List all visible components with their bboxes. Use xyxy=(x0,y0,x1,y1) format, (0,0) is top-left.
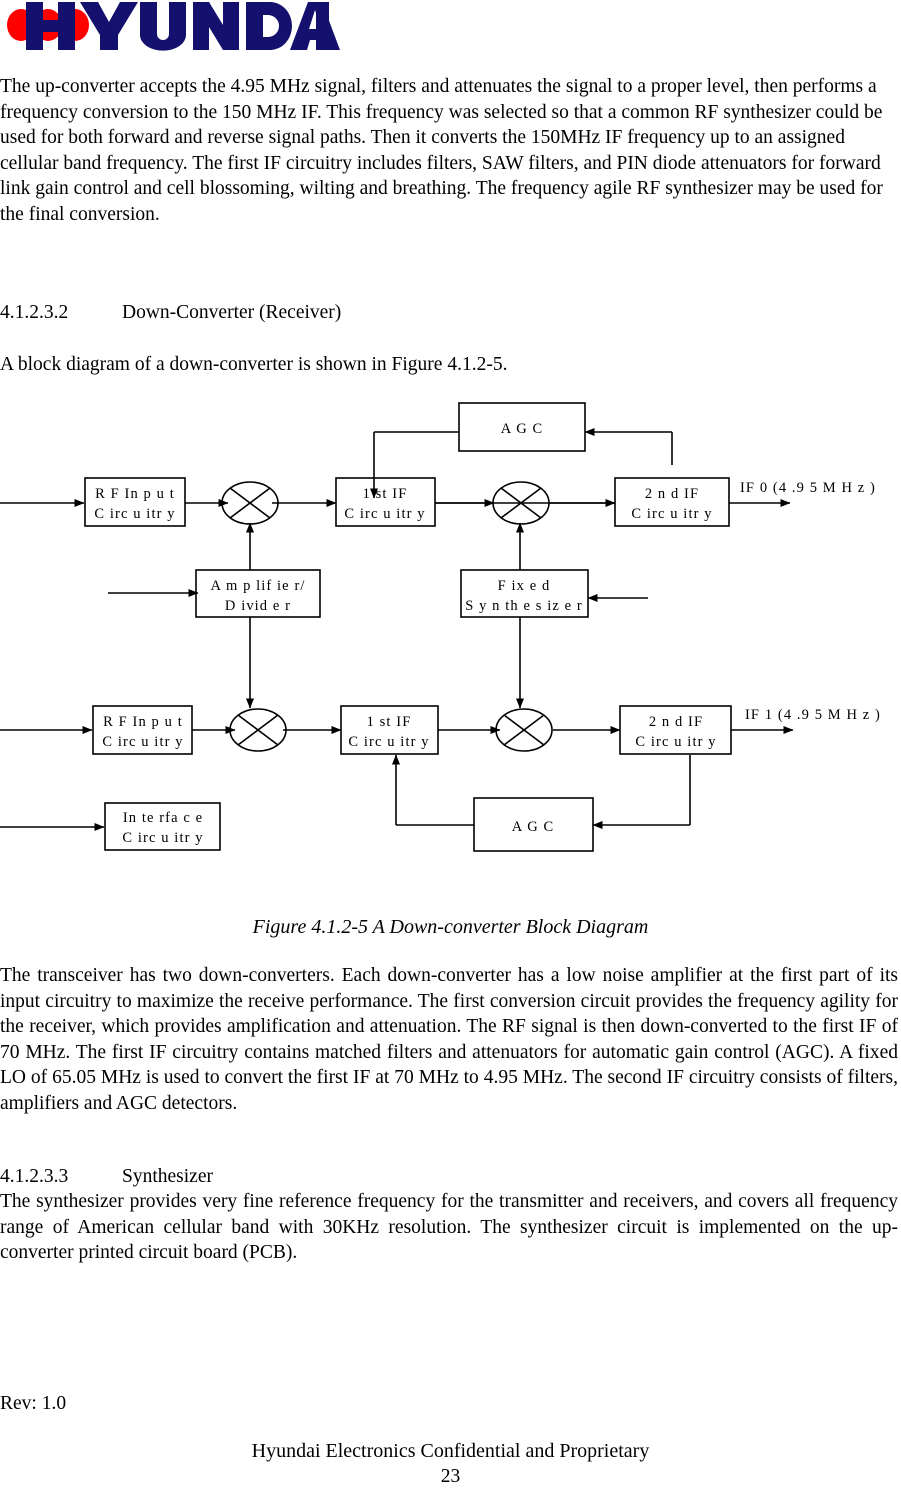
heading-down-converter-number: 4.1.2.3.2 xyxy=(0,302,69,323)
label-first-if-bottom-2: C irc u itr y xyxy=(348,734,429,750)
label-synth-2: S y n th e s iz e r xyxy=(465,598,583,614)
label-agc-top: A G C xyxy=(501,421,544,437)
label-second-if-bottom-2: C irc u itr y xyxy=(635,734,716,750)
label-first-if-top-1: 1 st IF xyxy=(363,486,408,502)
label-amplifier-2: D ivid e r xyxy=(225,598,291,614)
paragraph-synthesizer: The synthesizer provides very fine refer… xyxy=(0,1191,898,1264)
figure-caption: Figure 4.1.2-5 A Down-converter Block Di… xyxy=(252,916,649,938)
heading-synthesizer: 4.1.2.3.3 Synthesizer xyxy=(0,1164,213,1189)
paragraph-up-converter: The up-converter accepts the 4.95 MHz si… xyxy=(0,76,883,225)
label-first-if-bottom-1: 1 st IF xyxy=(367,714,412,730)
label-rf-input-bottom-1: R F In p u t xyxy=(103,714,183,730)
label-interface-1: In te rfa c e xyxy=(123,810,203,826)
label-if0-output: IF 0 (4 .9 5 M H z ) xyxy=(740,480,876,496)
mixer-bottom-right-icon xyxy=(495,708,553,752)
footer-revision: Rev: 1.0 xyxy=(0,1393,67,1414)
label-amplifier-1: A m p lif ie r/ xyxy=(210,578,305,594)
heading-synthesizer-number: 4.1.2.3.3 xyxy=(0,1166,69,1187)
heading-down-converter-title: Down-Converter (Receiver) xyxy=(122,302,342,323)
label-rf-input-bottom-2: C irc u itr y xyxy=(102,734,183,750)
label-second-if-top-1: 2 n d IF xyxy=(645,486,699,502)
label-rf-input-top-1: R F In p u t xyxy=(95,486,175,502)
heading-down-converter: 4.1.2.3.2 Down-Converter (Receiver) xyxy=(0,300,341,325)
mixer-bottom-left-icon xyxy=(229,708,287,752)
label-if1-output: IF 1 (4 .9 5 M H z ) xyxy=(745,707,881,723)
footer-page-number: 23 xyxy=(440,1466,461,1487)
heading-synthesizer-title: Synthesizer xyxy=(122,1166,213,1187)
label-interface-2: C irc u itr y xyxy=(122,830,203,846)
mixer-top-left-icon xyxy=(221,481,279,525)
label-second-if-bottom-1: 2 n d IF xyxy=(649,714,703,730)
paragraph-block-diagram-intro: A block diagram of a down-converter is s… xyxy=(0,354,508,375)
label-first-if-top-2: C irc u itr y xyxy=(344,506,425,522)
paragraph-transceiver: The transceiver has two down-converters.… xyxy=(0,965,898,1114)
label-agc-bottom: A G C xyxy=(512,819,555,835)
footer-confidential-notice: Hyundai Electronics Confidential and Pro… xyxy=(251,1440,650,1462)
label-second-if-top-2: C irc u itr y xyxy=(631,506,712,522)
down-converter-block-diagram: A G C R F In p u t C irc u itr y 1 st IF… xyxy=(0,390,901,870)
hyundai-logo xyxy=(0,2,340,58)
logo-wordmark xyxy=(26,2,340,51)
label-rf-input-top-2: C irc u itr y xyxy=(94,506,175,522)
label-synth-1: F ix e d xyxy=(498,578,551,594)
